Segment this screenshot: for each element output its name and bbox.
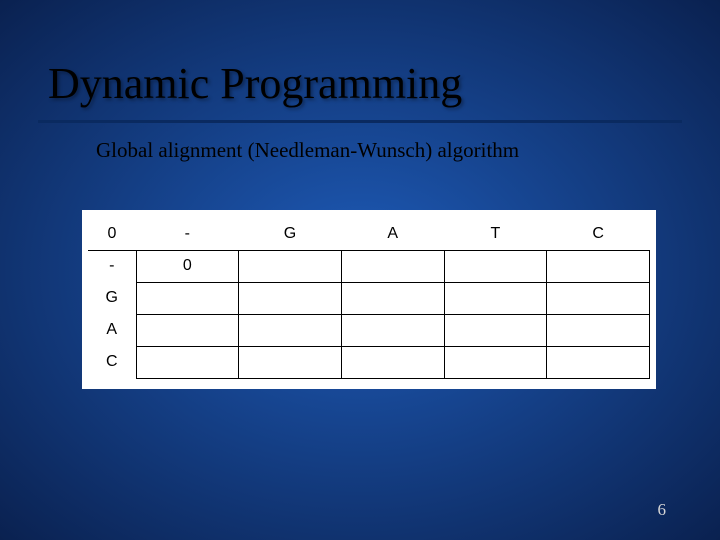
table-cell [136, 314, 239, 346]
dp-table-container: 0 - G A T C - 0 G [82, 210, 656, 389]
table-cell [341, 314, 444, 346]
table-cell [136, 346, 239, 378]
col-header: 0 [88, 218, 136, 250]
slide: Dynamic Programming Global alignment (Ne… [0, 0, 720, 540]
dp-table: 0 - G A T C - 0 G [88, 218, 650, 379]
slide-subtitle: Global alignment (Needleman-Wunsch) algo… [96, 138, 519, 163]
title-underline [38, 120, 682, 123]
slide-title: Dynamic Programming [48, 58, 462, 109]
table-cell [136, 282, 239, 314]
table-cell [239, 282, 342, 314]
table-cell [239, 250, 342, 282]
table-cell [547, 314, 650, 346]
table-cell [547, 346, 650, 378]
table-row: G [88, 282, 650, 314]
table-row: - 0 [88, 250, 650, 282]
row-header: C [88, 346, 136, 378]
row-header: G [88, 282, 136, 314]
table-cell [444, 250, 547, 282]
table-cell [444, 282, 547, 314]
table-cell [341, 250, 444, 282]
table-row: A [88, 314, 650, 346]
row-header: - [88, 250, 136, 282]
page-number: 6 [658, 500, 667, 520]
row-header: A [88, 314, 136, 346]
col-header: C [547, 218, 650, 250]
table-header-row: 0 - G A T C [88, 218, 650, 250]
table-cell [444, 314, 547, 346]
col-header: - [136, 218, 239, 250]
table-cell [547, 282, 650, 314]
table-cell [239, 346, 342, 378]
col-header: A [341, 218, 444, 250]
col-header: G [239, 218, 342, 250]
table-cell [547, 250, 650, 282]
col-header: T [444, 218, 547, 250]
table-cell [239, 314, 342, 346]
table-cell: 0 [136, 250, 239, 282]
table-cell [341, 346, 444, 378]
table-row: C [88, 346, 650, 378]
table-cell [341, 282, 444, 314]
table-cell [444, 346, 547, 378]
